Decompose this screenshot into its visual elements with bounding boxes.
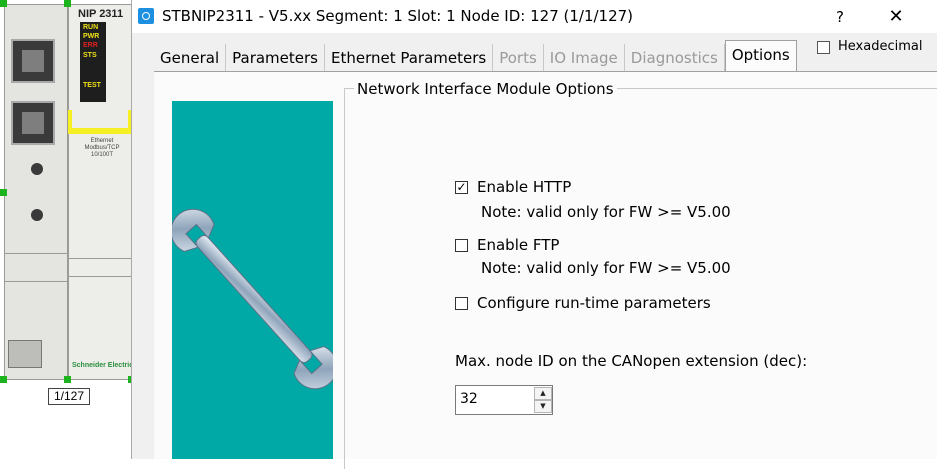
- options-illustration: [170, 101, 338, 459]
- led-pwr: PWR: [83, 33, 100, 40]
- tab-io-image[interactable]: IO Image: [543, 44, 625, 72]
- mounting-hole: [31, 209, 43, 221]
- divider: [68, 276, 132, 277]
- ethernet-port: [11, 101, 55, 145]
- title-bar[interactable]: STBNIP2311 - V5.xx Segment: 1 Slot: 1 No…: [132, 0, 937, 33]
- nim-options-groupbox: [344, 88, 937, 469]
- group-title: Network Interface Module Options: [354, 80, 617, 98]
- selection-handle[interactable]: [0, 189, 7, 196]
- divider: [5, 281, 67, 282]
- led-err: ERR: [83, 42, 98, 49]
- tab-general[interactable]: General: [154, 44, 227, 72]
- hexadecimal-checkbox[interactable]: [817, 41, 830, 54]
- help-button[interactable]: ?: [822, 4, 858, 30]
- power-connector: [8, 340, 42, 368]
- hexadecimal-label: Hexadecimal: [838, 39, 923, 54]
- selection-handle[interactable]: [0, 0, 7, 7]
- led-run: RUN: [83, 24, 99, 31]
- module-properties-dialog: STBNIP2311 - V5.xx Segment: 1 Slot: 1 No…: [131, 0, 937, 469]
- spin-down-icon[interactable]: ▼: [534, 400, 552, 413]
- runtime-params-label: Configure run-time parameters: [477, 294, 711, 312]
- slot-address-label: 1/127: [48, 388, 90, 405]
- tab-ports[interactable]: Ports: [493, 44, 544, 72]
- tab-diagnostics[interactable]: Diagnostics: [624, 44, 725, 72]
- divider: [5, 253, 67, 254]
- app-icon: [138, 8, 154, 24]
- device-model-label: NIP 2311: [78, 8, 124, 20]
- module-yellow-bar: [68, 110, 132, 134]
- module-left: [4, 4, 68, 380]
- window-title: STBNIP2311 - V5.xx Segment: 1 Slot: 1 No…: [162, 7, 634, 25]
- tab-ethernet-parameters[interactable]: Ethernet Parameters: [324, 44, 494, 72]
- mounting-hole: [31, 163, 43, 175]
- enable-ftp-checkbox[interactable]: [455, 239, 468, 252]
- selection-handle[interactable]: [64, 376, 71, 383]
- ethernet-port: [11, 39, 55, 83]
- ftp-note: Note: valid only for FW >= V5.00: [481, 259, 731, 277]
- selection-handle[interactable]: [64, 0, 71, 7]
- http-note: Note: valid only for FW >= V5.00: [481, 203, 731, 221]
- led-test: TEST: [83, 82, 101, 89]
- max-node-value[interactable]: 32: [460, 391, 478, 407]
- led-panel: RUN PWR ERR STS TEST: [80, 22, 106, 102]
- spin-up-icon[interactable]: ▲: [534, 387, 552, 400]
- wrench-icon: [170, 208, 338, 390]
- selection-handle[interactable]: [0, 376, 7, 383]
- close-button[interactable]: ✕: [872, 4, 920, 30]
- max-node-spinbox[interactable]: 32 ▲ ▼: [455, 385, 553, 415]
- tab-options[interactable]: Options: [724, 40, 797, 72]
- tab-strip: General Parameters Ethernet Parameters P…: [154, 40, 797, 72]
- enable-http-label: Enable HTTP: [477, 178, 572, 196]
- enable-http-checkbox[interactable]: ✓: [455, 181, 468, 194]
- runtime-params-checkbox[interactable]: [455, 297, 468, 310]
- device-image[interactable]: NIP 2311 RUN PWR ERR STS TEST Ethernet M…: [0, 0, 135, 405]
- enable-ftp-label: Enable FTP: [477, 236, 560, 254]
- options-tab-panel: Network Interface Module Options ✓ Enabl…: [154, 72, 937, 469]
- max-node-label: Max. node ID on the CANopen extension (d…: [455, 352, 808, 370]
- divider: [68, 258, 132, 259]
- tab-parameters[interactable]: Parameters: [226, 44, 325, 72]
- led-sts: STS: [83, 52, 97, 59]
- brand-logo: Schneider Electric: [72, 362, 134, 369]
- module-description: Ethernet Modbus/TCP 10/100T: [84, 138, 120, 158]
